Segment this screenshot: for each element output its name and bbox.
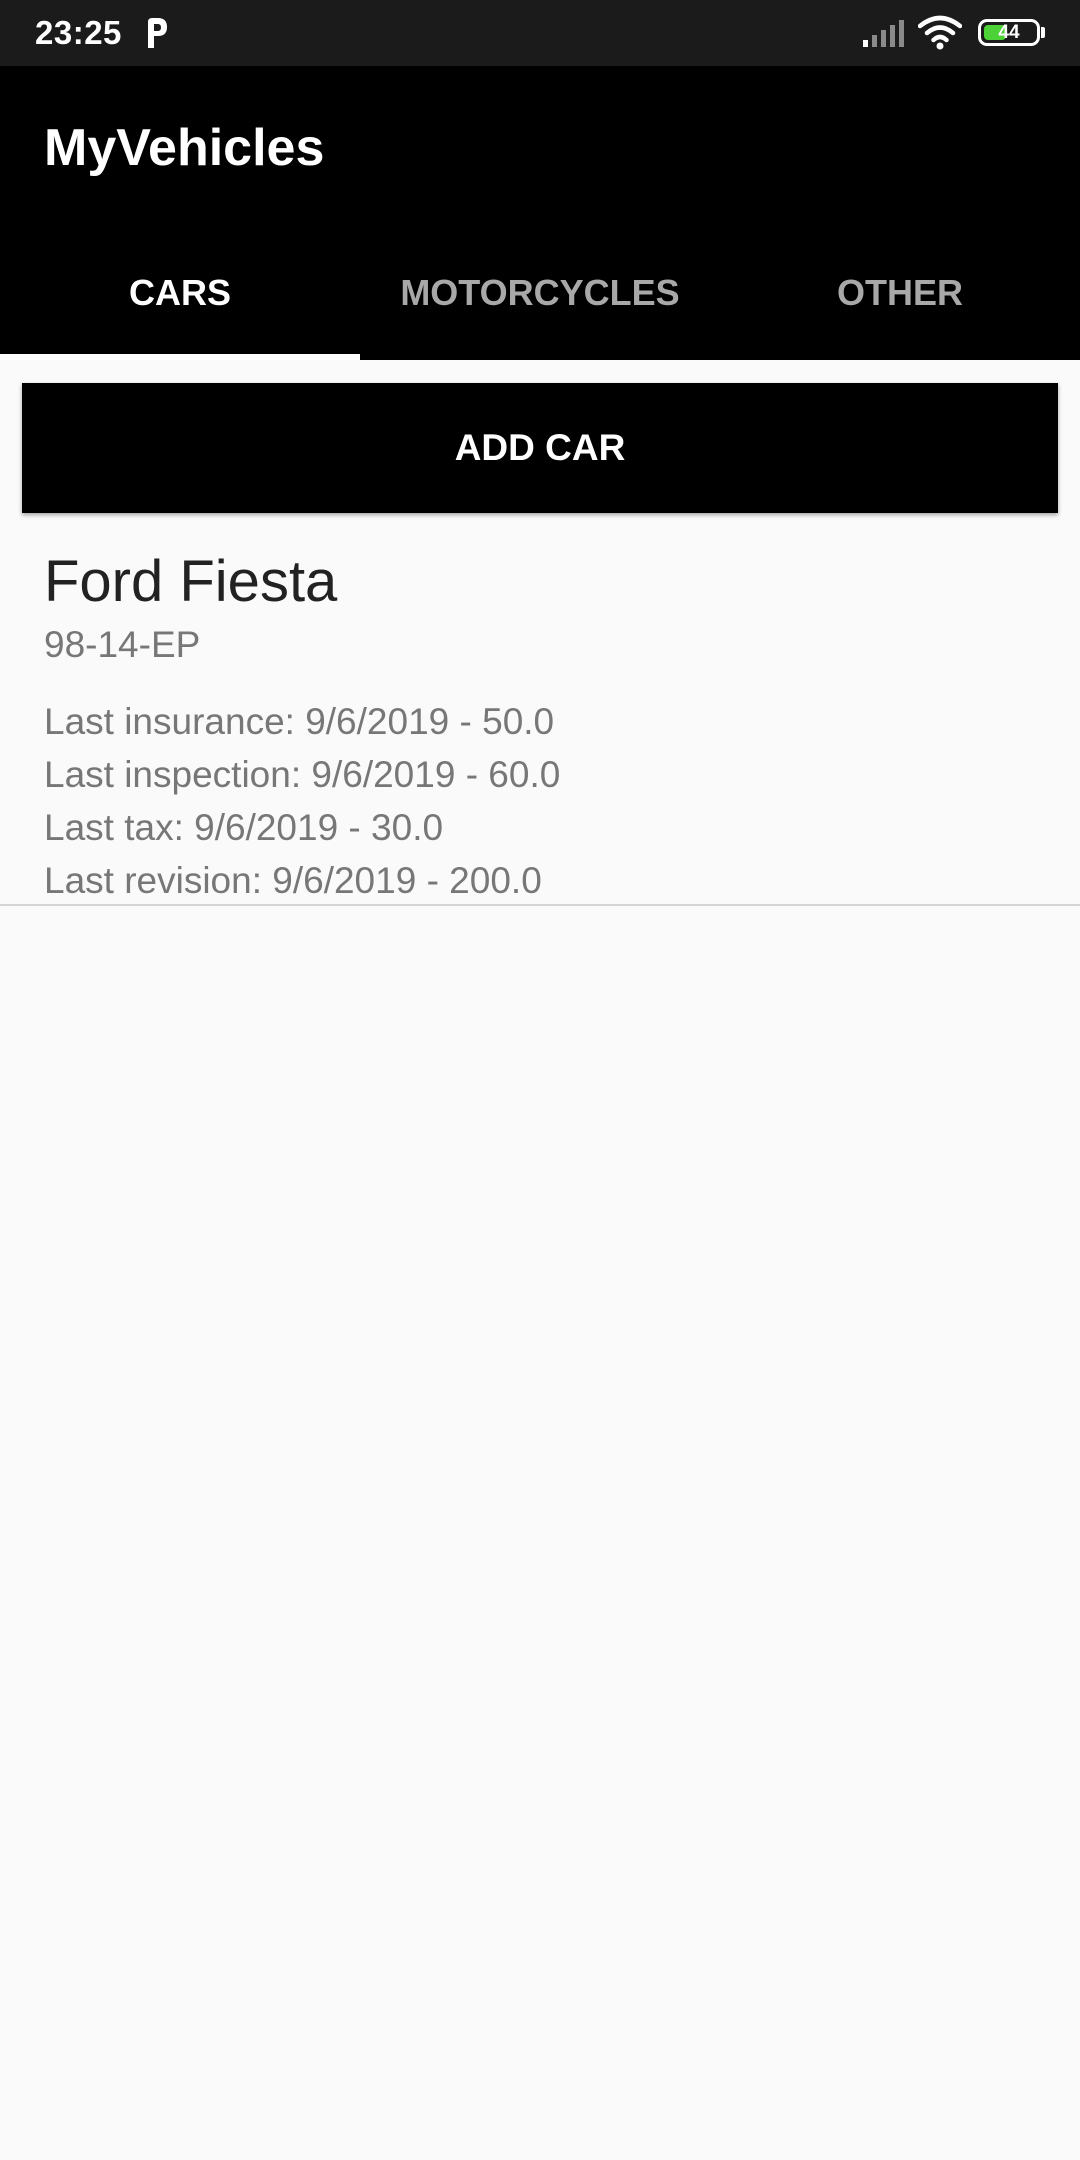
status-time: 23:25 — [35, 14, 122, 51]
last-tax: Last tax: 9/6/2019 - 30.0 — [44, 807, 444, 848]
last-inspection: Last inspection: 9/6/2019 - 60.0 — [44, 754, 561, 795]
tab-motorcycles[interactable]: MOTORCYCLES — [360, 240, 720, 360]
app-title: MyVehicles — [44, 119, 325, 177]
status-bar: 23:25 44 — [0, 0, 1080, 66]
list-item[interactable]: Ford Fiesta 98-14-EP Last insurance: 9/6… — [0, 530, 1080, 906]
battery-level-text: 44 — [998, 22, 1020, 43]
signal-icon — [863, 20, 904, 47]
wifi-icon — [918, 15, 962, 50]
car-name: Ford Fiesta — [44, 549, 338, 614]
parking-app-icon — [148, 18, 167, 48]
car-plate: 98-14-EP — [44, 624, 201, 665]
add-car-button[interactable]: ADD CAR — [22, 383, 1058, 513]
battery-tip — [1041, 27, 1045, 38]
battery-icon: 44 — [978, 19, 1040, 46]
car-details: Last insurance: 9/6/2019 - 50.0 Last ins… — [44, 695, 560, 907]
tab-cars[interactable]: CARS — [0, 240, 360, 360]
app-bar: MyVehicles CARS MOTORCYCLES OTHER — [0, 66, 1080, 360]
last-insurance: Last insurance: 9/6/2019 - 50.0 — [44, 701, 555, 742]
tab-other[interactable]: OTHER — [720, 240, 1080, 360]
tab-bar: CARS MOTORCYCLES OTHER — [0, 240, 1080, 360]
last-revision: Last revision: 9/6/2019 - 200.0 — [44, 860, 542, 901]
